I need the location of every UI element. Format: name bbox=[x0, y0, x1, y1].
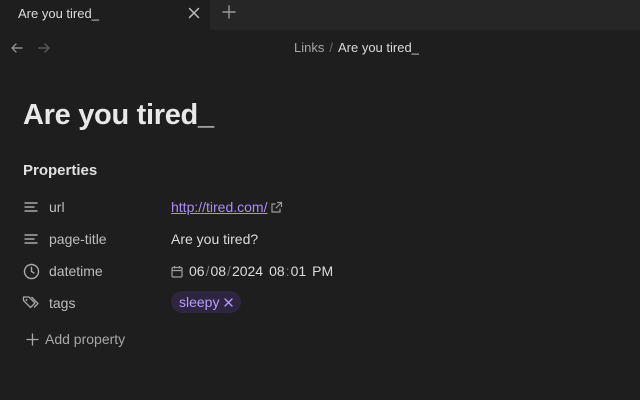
property-key-url[interactable]: url bbox=[49, 199, 65, 215]
close-icon[interactable] bbox=[224, 297, 234, 307]
time-hour[interactable]: 08 bbox=[269, 263, 285, 279]
property-value-page-title[interactable]: Are you tired? bbox=[171, 231, 258, 247]
close-icon[interactable] bbox=[183, 2, 205, 24]
tag-label[interactable]: sleepy bbox=[179, 294, 219, 310]
plus-icon bbox=[26, 332, 39, 346]
time-separator: : bbox=[285, 263, 290, 279]
date-month[interactable]: 06 bbox=[189, 263, 205, 279]
breadcrumb-current[interactable]: Are you tired_ bbox=[338, 40, 419, 55]
property-key-tags[interactable]: tags bbox=[49, 295, 75, 311]
property-key-page-title[interactable]: page-title bbox=[49, 231, 107, 247]
property-datetime: datetime 06/08/2024 08:01 PM bbox=[22, 258, 622, 284]
tab-bar: Are you tired_ bbox=[0, 0, 640, 30]
external-link-icon bbox=[270, 201, 283, 214]
breadcrumb-separator: / bbox=[329, 40, 333, 55]
clock-icon[interactable] bbox=[22, 262, 40, 280]
breadcrumb: Links / Are you tired_ bbox=[294, 40, 419, 55]
datetime-input[interactable]: 06/08/2024 08:01 PM bbox=[171, 263, 333, 279]
date-separator: / bbox=[227, 263, 231, 279]
text-lines-icon[interactable] bbox=[22, 198, 40, 216]
url-link[interactable]: http://tired.com/ bbox=[171, 199, 267, 215]
property-tags: tags sleepy bbox=[22, 290, 622, 316]
tab-are-you-tired[interactable]: Are you tired_ bbox=[0, 0, 210, 30]
date-day[interactable]: 08 bbox=[210, 263, 226, 279]
text-lines-icon[interactable] bbox=[22, 230, 40, 248]
navigation-bar: Links / Are you tired_ bbox=[0, 30, 640, 68]
property-url: url http://tired.com/ bbox=[22, 194, 622, 220]
date-separator: / bbox=[205, 263, 210, 279]
time-minute[interactable]: 01 bbox=[291, 263, 307, 279]
tab-title: Are you tired_ bbox=[18, 6, 99, 21]
add-property-label: Add property bbox=[45, 331, 126, 347]
arrow-right-icon[interactable] bbox=[35, 39, 53, 57]
property-value-url[interactable]: http://tired.com/ bbox=[171, 199, 283, 215]
calendar-icon[interactable] bbox=[171, 265, 183, 278]
properties-heading[interactable]: Properties bbox=[23, 162, 97, 179]
plus-icon[interactable] bbox=[218, 1, 240, 23]
time-ampm[interactable]: PM bbox=[312, 263, 333, 279]
tags-icon[interactable] bbox=[22, 294, 40, 312]
tag-pill[interactable]: sleepy bbox=[171, 291, 242, 313]
page-title[interactable]: Are you tired_ bbox=[23, 99, 214, 132]
arrow-left-icon[interactable] bbox=[8, 39, 26, 57]
property-key-datetime[interactable]: datetime bbox=[49, 263, 103, 279]
add-property-button[interactable]: Add property bbox=[26, 329, 125, 349]
date-year[interactable]: 2024 bbox=[232, 263, 263, 279]
breadcrumb-parent[interactable]: Links bbox=[294, 40, 324, 55]
property-page-title: page-title Are you tired? bbox=[22, 226, 622, 252]
